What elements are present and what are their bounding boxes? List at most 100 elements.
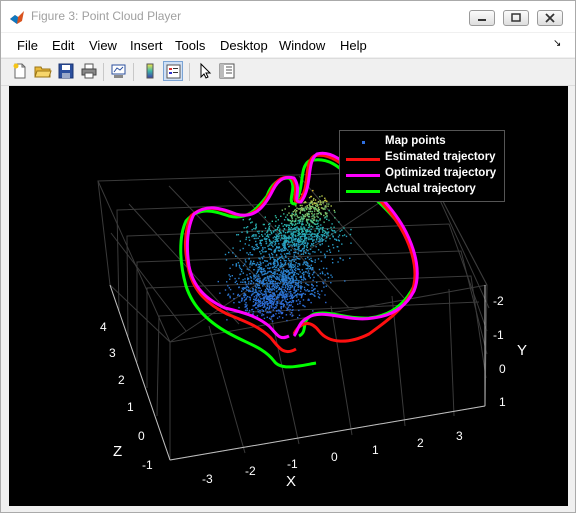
- menu-help[interactable]: Help: [340, 38, 367, 53]
- map-point: [266, 284, 268, 286]
- map-point: [315, 204, 317, 207]
- menu-desktop[interactable]: Desktop: [220, 38, 268, 53]
- menu-file[interactable]: File: [17, 38, 38, 53]
- new-figure-icon[interactable]: [10, 61, 30, 81]
- map-point: [255, 264, 257, 267]
- map-point: [244, 243, 246, 245]
- map-point: [331, 233, 333, 235]
- plot-canvas[interactable]: Map points Estimated trajectory Optimize…: [9, 86, 568, 506]
- map-point: [281, 234, 283, 236]
- map-point: [270, 231, 273, 233]
- map-point: [330, 274, 332, 276]
- map-point: [297, 293, 299, 295]
- map-point: [245, 261, 247, 263]
- map-point: [267, 271, 269, 273]
- legend[interactable]: Map points Estimated trajectory Optimize…: [339, 130, 505, 202]
- map-point: [275, 306, 277, 308]
- menu-edit[interactable]: Edit: [52, 38, 74, 53]
- map-point: [262, 285, 264, 287]
- map-point: [305, 240, 307, 242]
- map-point: [297, 263, 299, 265]
- map-point: [307, 222, 309, 224]
- minimize-button[interactable]: [469, 10, 495, 26]
- map-point: [261, 274, 263, 276]
- map-point: [283, 213, 285, 215]
- map-point: [259, 309, 261, 312]
- map-point: [271, 320, 274, 322]
- map-point: [296, 279, 298, 281]
- edit-plot-icon[interactable]: [195, 61, 215, 81]
- map-point: [299, 204, 301, 207]
- map-point: [280, 232, 282, 234]
- map-point: [325, 301, 327, 304]
- map-point: [265, 265, 267, 267]
- insert-colorbar-icon[interactable]: [140, 61, 160, 81]
- map-point: [317, 258, 320, 260]
- x-tick: -2: [245, 464, 256, 478]
- map-point: [268, 244, 270, 246]
- map-point: [278, 274, 280, 276]
- map-point: [228, 274, 230, 276]
- map-point: [295, 243, 298, 245]
- map-point: [307, 266, 309, 268]
- map-point: [310, 264, 312, 266]
- map-point: [287, 286, 290, 288]
- map-point: [278, 293, 281, 295]
- map-point: [292, 211, 294, 213]
- map-point: [260, 271, 262, 274]
- map-point: [278, 286, 281, 289]
- map-point: [331, 258, 334, 260]
- map-point: [262, 280, 265, 282]
- menu-tools[interactable]: Tools: [175, 38, 205, 53]
- map-point: [313, 208, 315, 210]
- link-plot-icon[interactable]: [109, 61, 129, 81]
- dock-arrow-icon[interactable]: ↘: [553, 38, 561, 49]
- map-point: [283, 288, 285, 291]
- map-point: [280, 256, 282, 259]
- property-inspector-icon[interactable]: [217, 61, 237, 81]
- map-point: [287, 277, 289, 279]
- map-point: [269, 255, 271, 257]
- map-point: [321, 240, 323, 242]
- title-bar[interactable]: Figure 3: Point Cloud Player: [1, 1, 575, 32]
- map-point: [263, 270, 265, 272]
- map-point: [281, 303, 283, 305]
- menu-insert[interactable]: Insert: [130, 38, 163, 53]
- map-point: [272, 230, 275, 232]
- map-point: [316, 281, 318, 284]
- map-point: [299, 300, 301, 303]
- map-point: [284, 249, 286, 251]
- map-point: [273, 271, 275, 273]
- map-point: [245, 289, 248, 291]
- map-point: [311, 221, 314, 224]
- map-point: [259, 300, 262, 302]
- map-point: [337, 236, 340, 238]
- menu-window[interactable]: Window: [279, 38, 325, 53]
- z-tick: 2: [118, 373, 125, 387]
- open-file-icon[interactable]: [33, 61, 53, 81]
- map-point: [290, 229, 292, 231]
- map-point: [305, 282, 307, 285]
- map-point: [284, 293, 286, 296]
- save-icon[interactable]: [56, 61, 76, 81]
- map-point: [258, 270, 260, 272]
- map-point: [321, 243, 323, 245]
- map-point: [285, 276, 287, 279]
- map-point: [283, 260, 286, 262]
- print-icon[interactable]: [79, 61, 99, 81]
- map-point: [272, 245, 274, 248]
- menu-view[interactable]: View: [89, 38, 117, 53]
- insert-legend-icon[interactable]: [163, 61, 183, 81]
- close-button[interactable]: [537, 10, 563, 26]
- map-point: [286, 307, 289, 310]
- maximize-button[interactable]: [503, 10, 529, 26]
- map-point: [298, 250, 300, 252]
- map-point: [253, 234, 255, 236]
- map-point: [270, 278, 273, 280]
- map-point: [228, 287, 230, 289]
- map-point: [288, 295, 290, 297]
- map-point: [263, 268, 265, 270]
- map-point: [328, 209, 330, 212]
- map-point: [261, 256, 263, 258]
- map-point: [317, 249, 320, 251]
